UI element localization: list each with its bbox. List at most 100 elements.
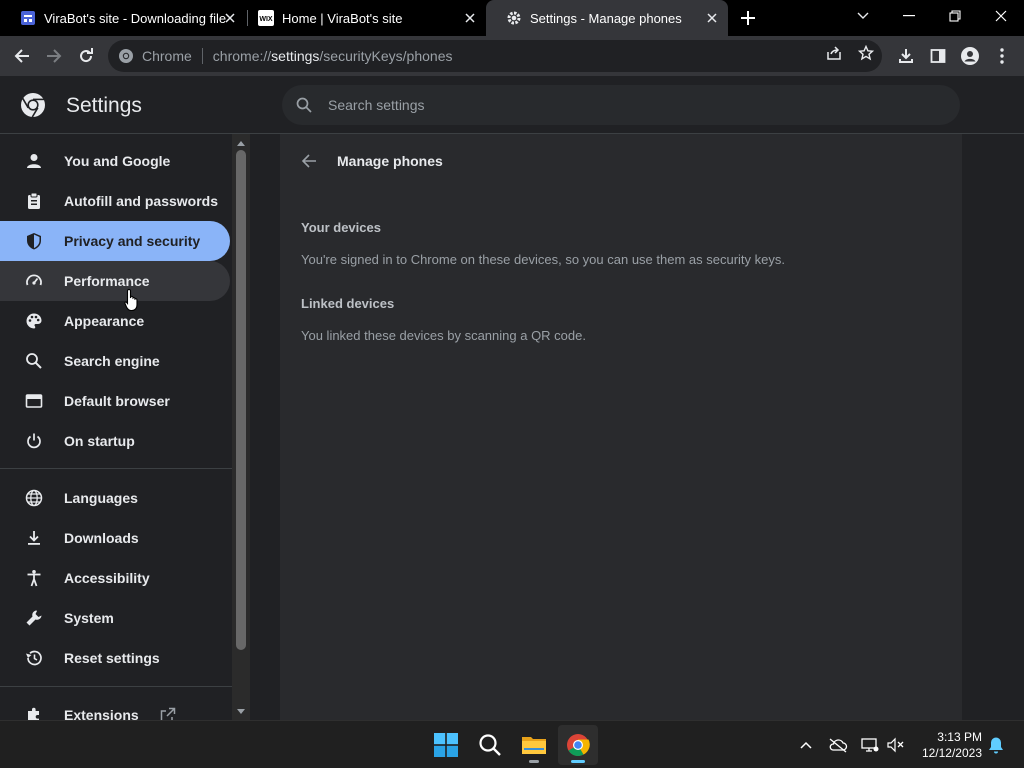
profile-avatar-icon[interactable] — [956, 42, 984, 70]
sidebar-item-label: Languages — [64, 490, 138, 506]
side-panel-button[interactable] — [924, 42, 952, 70]
subpage-title: Manage phones — [337, 153, 443, 169]
palette-icon — [24, 311, 44, 331]
sidebar-item-performance[interactable]: Performance — [0, 261, 230, 301]
tab-title: ViraBot's site - Downloading file — [44, 10, 227, 26]
search-icon — [294, 95, 314, 115]
person-icon — [24, 151, 44, 171]
sidebar-item-label: System — [64, 610, 114, 626]
settings-sidebar: You and Google Autofill and passwords Pr… — [0, 134, 232, 720]
sidebar-item-label: On startup — [64, 433, 135, 449]
sidebar-item-on-startup[interactable]: On startup — [0, 421, 230, 461]
forward-button[interactable] — [40, 42, 68, 70]
sidebar-item-autofill[interactable]: Autofill and passwords — [0, 181, 230, 221]
sidebar-item-label: Performance — [64, 273, 150, 289]
share-icon[interactable] — [825, 44, 843, 62]
windows-taskbar: 3:13 PM 12/12/2023 — [0, 720, 1024, 768]
browser-toolbar: Chrome chrome://settings/securityKeys/ph… — [0, 36, 1024, 76]
search-icon — [24, 351, 44, 371]
wrench-icon — [24, 608, 44, 628]
sidebar-item-extensions[interactable]: Extensions — [0, 695, 230, 720]
sidebar-item-label: Default browser — [64, 393, 170, 409]
clock-date: 12/12/2023 — [921, 746, 982, 760]
download-icon — [24, 528, 44, 548]
sidebar-item-you-and-google[interactable]: You and Google — [0, 141, 230, 181]
section-description: You're signed in to Chrome on these devi… — [301, 252, 785, 267]
close-tab-icon[interactable] — [222, 10, 238, 26]
sidebar-item-languages[interactable]: Languages — [0, 478, 230, 518]
more-menu-icon[interactable] — [988, 42, 1016, 70]
close-tab-icon[interactable] — [462, 10, 478, 26]
scroll-down-icon[interactable] — [236, 706, 246, 716]
settings-search[interactable] — [282, 85, 960, 125]
wix-favicon-icon: WIX — [258, 10, 274, 26]
back-button[interactable] — [8, 42, 36, 70]
search-input[interactable] — [326, 96, 926, 114]
sidebar-item-downloads[interactable]: Downloads — [0, 518, 230, 558]
reload-button[interactable] — [72, 42, 100, 70]
tab-virabot-home[interactable]: WIX Home | ViraBot's site — [238, 0, 486, 36]
clipboard-icon — [24, 191, 44, 211]
chrome-taskbar-icon[interactable] — [558, 725, 598, 765]
puzzle-icon — [24, 705, 44, 720]
restore-button[interactable] — [932, 0, 978, 32]
file-explorer-icon[interactable] — [514, 725, 554, 765]
tab-settings[interactable]: Settings - Manage phones — [486, 0, 728, 36]
system-clock[interactable]: 3:13 PM 12/12/2023 — [914, 729, 982, 761]
sidebar-divider — [0, 686, 232, 687]
downloads-button[interactable] — [892, 42, 920, 70]
scroll-up-icon[interactable] — [236, 138, 246, 148]
chrome-logo-icon — [20, 92, 46, 118]
notification-bell-icon[interactable] — [986, 735, 1006, 755]
sidebar-item-appearance[interactable]: Appearance — [0, 301, 230, 341]
sidebar-scrollbar[interactable] — [232, 134, 250, 720]
cloud-offline-icon[interactable] — [828, 735, 848, 755]
minimize-button[interactable] — [886, 0, 932, 32]
tab-virabot-download[interactable]: ViraBot's site - Downloading file — [0, 0, 246, 36]
section-title-your-devices: Your devices — [301, 220, 381, 235]
history-icon — [24, 648, 44, 668]
sidebar-item-privacy-security[interactable]: Privacy and security — [0, 221, 230, 261]
sidebar-item-label: Search engine — [64, 353, 160, 369]
settings-header: Settings — [0, 76, 1024, 134]
sidebar-item-accessibility[interactable]: Accessibility — [0, 558, 230, 598]
sidebar-item-search-engine[interactable]: Search engine — [0, 341, 230, 381]
start-button[interactable] — [426, 725, 466, 765]
new-tab-button[interactable] — [738, 8, 758, 28]
gear-icon — [506, 10, 522, 26]
network-icon[interactable] — [860, 735, 880, 755]
page-title: Settings — [66, 94, 142, 117]
sidebar-item-label: Reset settings — [64, 650, 160, 666]
sidebar-item-system[interactable]: System — [0, 598, 230, 638]
sidebar-item-reset-settings[interactable]: Reset settings — [0, 638, 230, 678]
volume-muted-icon[interactable] — [886, 735, 906, 755]
running-indicator — [529, 760, 539, 763]
close-tab-icon[interactable] — [704, 10, 720, 26]
site-favicon-icon — [20, 10, 36, 26]
back-arrow-icon[interactable] — [298, 150, 320, 172]
sidebar-item-label: Extensions — [64, 707, 139, 720]
sidebar-item-label: Downloads — [64, 530, 139, 546]
shield-icon — [24, 231, 44, 251]
sidebar-item-label: Accessibility — [64, 570, 150, 586]
active-indicator — [571, 760, 585, 763]
site-chip: Chrome — [142, 48, 192, 64]
section-description: You linked these devices by scanning a Q… — [301, 328, 586, 343]
speedometer-icon — [24, 271, 44, 291]
sidebar-divider — [0, 468, 232, 469]
taskbar-search-icon[interactable] — [470, 725, 510, 765]
hand-cursor-icon — [124, 288, 142, 312]
scrollbar-thumb[interactable] — [236, 150, 246, 650]
chevron-up-icon[interactable] — [796, 735, 816, 755]
close-window-button[interactable] — [978, 0, 1024, 32]
svg-text:WIX: WIX — [259, 16, 273, 23]
chrome-logo-icon — [118, 48, 134, 64]
tab-search-button[interactable] — [840, 0, 886, 32]
chip-divider — [201, 48, 203, 64]
address-bar[interactable]: Chrome chrome://settings/securityKeys/ph… — [108, 40, 882, 72]
sidebar-item-label: Privacy and security — [64, 233, 201, 249]
browser-window-icon — [24, 391, 44, 411]
sidebar-item-default-browser[interactable]: Default browser — [0, 381, 230, 421]
sidebar-item-label: Appearance — [64, 313, 145, 329]
bookmark-star-icon[interactable] — [857, 44, 875, 62]
